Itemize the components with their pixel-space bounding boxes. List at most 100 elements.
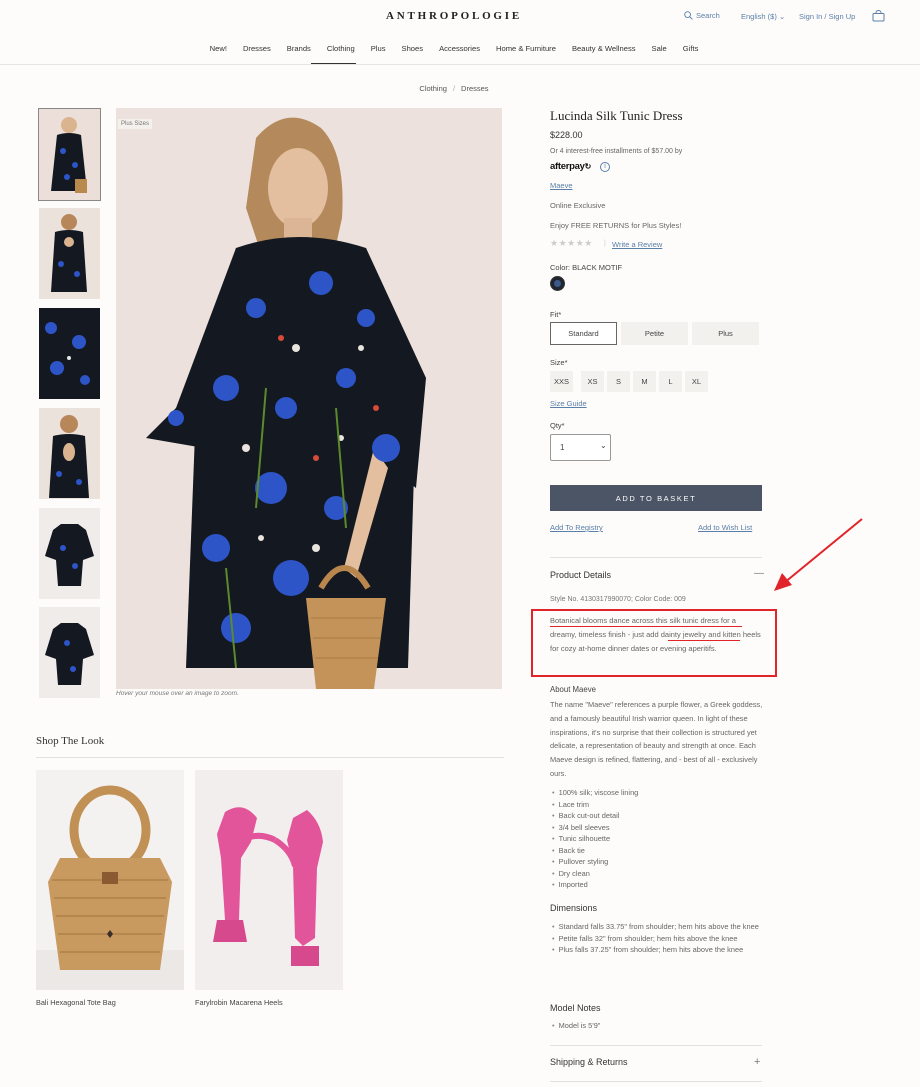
model-notes-heading: Model Notes — [550, 1003, 601, 1013]
nav-beauty-wellness[interactable]: Beauty & Wellness — [564, 44, 644, 53]
online-exclusive: Online Exclusive — [550, 201, 606, 210]
product-details-heading[interactable]: Product Details — [550, 570, 611, 580]
divider — [36, 757, 504, 758]
heels-image[interactable] — [195, 770, 343, 990]
nav-home-furniture[interactable]: Home & Furniture — [488, 44, 564, 53]
list-item: 100% silk; viscose lining — [552, 787, 639, 799]
tote-bag-image[interactable] — [36, 770, 184, 990]
plus-sizes-badge: Plus Sizes — [118, 119, 153, 129]
thumbnail-4[interactable] — [39, 408, 100, 499]
fit-plus-button[interactable]: Plus — [692, 322, 759, 345]
free-returns-text: Enjoy FREE RETURNS for Plus Styles! — [550, 221, 682, 230]
installments-text: Or 4 interest-free installments of $57.0… — [550, 148, 683, 155]
expand-icon[interactable]: + — [754, 1056, 760, 1068]
language-selector[interactable]: English ($) ⌄ — [741, 12, 785, 21]
size-label: Size* — [550, 358, 568, 367]
nav-plus[interactable]: Plus — [363, 44, 394, 53]
nav-new[interactable]: New! — [202, 44, 235, 53]
annotation-arrow-icon — [774, 518, 863, 591]
color-swatch[interactable] — [550, 276, 565, 291]
add-to-registry-link[interactable]: Add To Registry — [550, 523, 603, 532]
thumbnail-5[interactable] — [39, 508, 100, 599]
main-product-image[interactable] — [116, 108, 502, 689]
size-s-button[interactable]: S — [607, 371, 630, 392]
list-item: Imported — [552, 879, 638, 891]
fit-petite-button[interactable]: Petite — [621, 322, 688, 345]
language-label: English ($) — [741, 12, 777, 21]
feature-list: 100% silk; viscose lining Lace trim Back… — [552, 787, 639, 891]
search-label: Search — [696, 11, 720, 20]
size-m-button[interactable]: M — [633, 371, 656, 392]
divider — [550, 1045, 762, 1046]
annotation-underline — [550, 626, 742, 627]
breadcrumb-dresses[interactable]: Dresses — [461, 84, 489, 93]
list-item: Back tie — [552, 845, 638, 857]
thumbnail-3[interactable] — [39, 308, 100, 399]
dimensions-heading: Dimensions — [550, 903, 598, 913]
nav-shoes[interactable]: Shoes — [394, 44, 432, 53]
nav-dresses[interactable]: Dresses — [235, 44, 279, 53]
color-value: BLACK MOTIF — [572, 263, 623, 272]
chevron-down-icon: ⌄ — [778, 12, 786, 21]
list-item: Petite falls 32" from shoulder; hem hits… — [552, 933, 764, 945]
dimensions-list: Standard falls 33.75" from shoulder; hem… — [552, 921, 764, 956]
collapse-icon[interactable]: — — [754, 568, 764, 579]
info-icon[interactable]: i — [600, 162, 610, 172]
annotation-underline — [668, 640, 740, 641]
shipping-returns-heading[interactable]: Shipping & Returns — [550, 1057, 628, 1067]
nav-accessories[interactable]: Accessories — [431, 44, 488, 53]
thumbnail-6[interactable] — [39, 607, 100, 698]
search-link[interactable]: Search — [684, 11, 720, 20]
shopping-bag-icon[interactable] — [872, 9, 885, 27]
fit-standard-button[interactable]: Standard — [550, 322, 617, 345]
main-nav: New! Dresses Brands Clothing Plus Shoes … — [0, 44, 908, 53]
size-guide-link[interactable]: Size Guide — [550, 399, 587, 408]
afterpay-logo: afterpay↻ — [550, 161, 591, 172]
color-label: Color: BLACK MOTIF — [550, 263, 622, 272]
size-l-button[interactable]: L — [659, 371, 682, 392]
divider — [550, 1081, 762, 1082]
shop-the-look-heading: Shop The Look — [36, 735, 105, 747]
header-divider — [0, 64, 920, 65]
thumbnail-1[interactable] — [38, 108, 101, 201]
about-brand-heading: About Maeve — [550, 685, 596, 694]
thumbnail-2[interactable] — [39, 208, 100, 299]
brand-link[interactable]: Maeve — [550, 181, 573, 190]
write-review-link[interactable]: Write a Review — [612, 240, 662, 249]
afterpay-text: afterpay — [550, 161, 585, 172]
breadcrumb-clothing[interactable]: Clothing — [419, 84, 447, 93]
qty-label: Qty* — [550, 421, 565, 430]
model-notes-list: Model is 5'9" — [552, 1021, 601, 1030]
list-item: Dry clean — [552, 868, 638, 880]
list-item: Model is 5'9" — [552, 1021, 601, 1030]
breadcrumb: Clothing / Dresses — [419, 84, 489, 93]
about-brand-text: The name "Maeve" references a purple flo… — [550, 700, 763, 778]
fit-label: Fit* — [550, 310, 562, 319]
annotation-highlight-box — [531, 609, 777, 677]
list-item: Lace trim — [552, 799, 638, 811]
list-item: Pullover styling — [552, 856, 638, 868]
rating-stars: ★★★★★ — [550, 238, 593, 248]
list-item: Back cut-out detail — [552, 810, 638, 822]
sign-in-link[interactable]: Sign In / Sign Up — [799, 12, 855, 21]
nav-gifts[interactable]: Gifts — [675, 44, 707, 53]
heels-name[interactable]: Farylrobin Macarena Heels — [195, 998, 283, 1007]
product-price: $228.00 — [550, 130, 583, 140]
nav-clothing[interactable]: Clothing — [319, 44, 363, 53]
tote-bag-name[interactable]: Bali Hexagonal Tote Bag — [36, 998, 116, 1007]
nav-brands[interactable]: Brands — [279, 44, 319, 53]
size-xs-button[interactable]: XS — [581, 371, 604, 392]
size-xxs-button[interactable]: XXS — [550, 371, 573, 392]
nav-sale[interactable]: Sale — [644, 44, 675, 53]
zoom-hint: Hover your mouse over an image to zoom. — [116, 690, 239, 697]
search-icon — [684, 11, 693, 20]
size-xl-button[interactable]: XL — [685, 371, 708, 392]
divider: | — [604, 240, 606, 247]
list-item: Tunic silhouette — [552, 833, 638, 845]
product-title: Lucinda Silk Tunic Dress — [550, 108, 683, 123]
list-item: Plus falls 37.25" from shoulder; hem hit… — [552, 944, 764, 956]
add-to-basket-button[interactable]: ADD TO BASKET — [550, 485, 762, 511]
list-item: 3/4 bell sleeves — [552, 822, 638, 834]
list-item: Standard falls 33.75" from shoulder; hem… — [552, 921, 764, 933]
add-to-wishlist-link[interactable]: Add to Wish List — [698, 523, 752, 532]
